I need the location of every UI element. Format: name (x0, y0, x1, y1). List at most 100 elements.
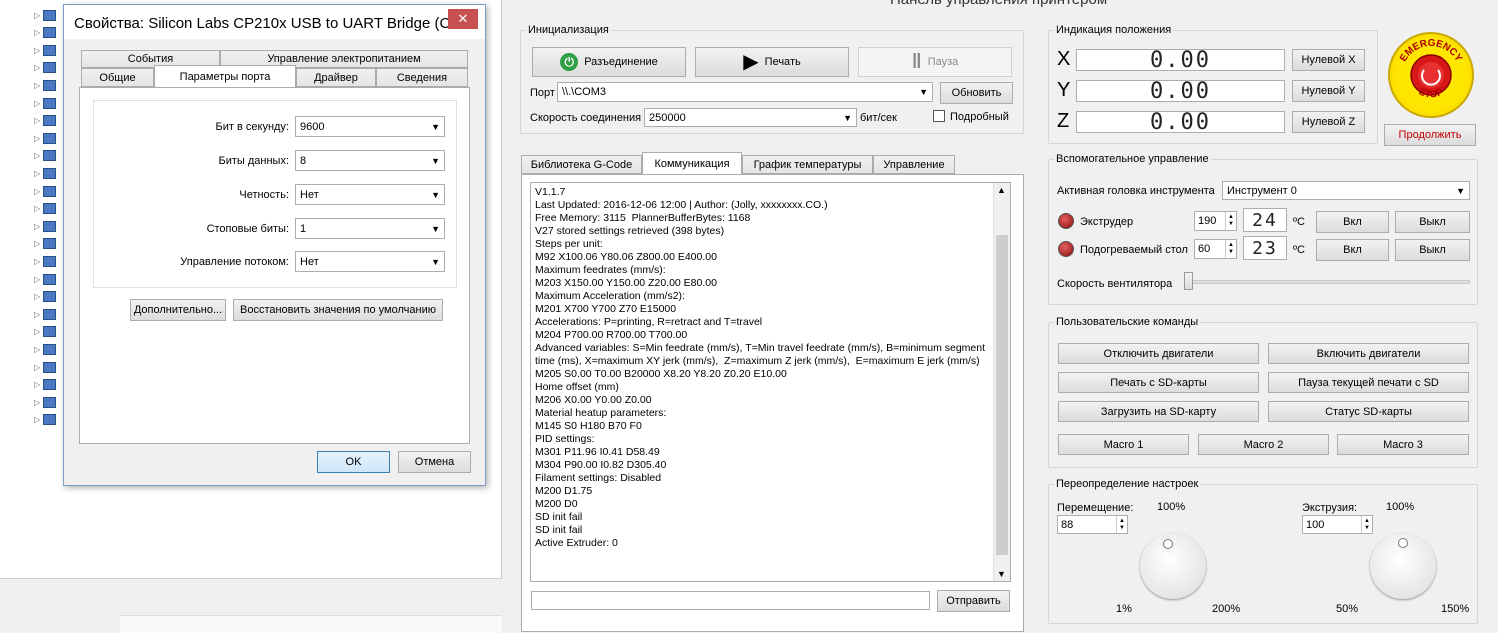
macro-3-button[interactable]: Macro 3 (1337, 434, 1469, 455)
disconnect-button[interactable]: ⏻ Разъединение (532, 47, 686, 77)
tab-gcode-library[interactable]: Библиотека G-Code (521, 155, 642, 174)
expand-icon[interactable]: ▷ (34, 187, 40, 196)
move-spin[interactable]: 88 ▲ ▼ (1057, 515, 1128, 534)
home-x-button[interactable]: Нулевой X (1292, 49, 1365, 71)
tab-temperature-graph[interactable]: График температуры (742, 155, 873, 174)
device-tree-item[interactable]: ▷ (34, 342, 64, 356)
device-tree-item[interactable]: ▷ (34, 272, 64, 286)
expand-icon[interactable]: ▷ (34, 134, 40, 143)
motors-on-button[interactable]: Включить двигатели (1268, 343, 1469, 364)
home-y-button[interactable]: Нулевой Y (1292, 80, 1365, 102)
motors-off-button[interactable]: Отключить двигатели (1058, 343, 1259, 364)
continue-button[interactable]: Продолжить (1384, 124, 1476, 146)
expand-icon[interactable]: ▷ (34, 345, 40, 354)
expand-icon[interactable]: ▷ (34, 327, 40, 336)
bed-off-button[interactable]: Выкл (1395, 239, 1470, 261)
port-select[interactable]: \\.\COM3 ▼ (557, 82, 933, 102)
extruder-off-button[interactable]: Выкл (1395, 211, 1470, 233)
device-tree-item[interactable]: ▷ (34, 360, 64, 374)
command-input[interactable] (531, 591, 930, 610)
log-scrollbar[interactable]: ▲ ▼ (993, 183, 1010, 581)
expand-icon[interactable]: ▷ (34, 292, 40, 301)
extrude-spin[interactable]: 100 ▲ ▼ (1302, 515, 1373, 534)
device-tree-item[interactable]: ▷ (34, 254, 64, 268)
device-tree-item[interactable]: ▷ (34, 378, 64, 392)
device-tree-item[interactable]: ▷ (34, 78, 64, 92)
tab-port-settings[interactable]: Параметры порта (154, 65, 296, 88)
tab-driver[interactable]: Драйвер (296, 68, 376, 87)
parity-select[interactable]: Нет ▼ (295, 184, 445, 205)
device-tree-item[interactable]: ▷ (34, 290, 64, 304)
refresh-button[interactable]: Обновить (940, 82, 1013, 104)
tab-details[interactable]: Сведения (376, 68, 468, 87)
device-tree-item[interactable]: ▷ (34, 237, 64, 251)
device-tree-item[interactable]: ▷ (34, 325, 64, 339)
move-knob[interactable] (1140, 533, 1206, 599)
home-z-button[interactable]: Нулевой Z (1292, 111, 1365, 133)
device-tree-item[interactable]: ▷ (34, 8, 64, 22)
chevron-down-icon[interactable]: ▼ (997, 569, 1006, 579)
baud-select[interactable]: 250000 ▼ (644, 108, 857, 127)
bed-target-spin[interactable]: 60 ▲ ▼ (1194, 239, 1237, 259)
expand-icon[interactable]: ▷ (34, 239, 40, 248)
extrude-knob[interactable] (1370, 533, 1436, 599)
macro-1-button[interactable]: Macro 1 (1058, 434, 1189, 455)
active-head-select[interactable]: Инструмент 0 ▼ (1222, 181, 1470, 200)
expand-icon[interactable]: ▷ (34, 169, 40, 178)
device-tree-item[interactable]: ▷ (34, 307, 64, 321)
verbose-checkbox[interactable] (933, 110, 945, 122)
close-button[interactable]: ✕ (448, 9, 478, 29)
advanced-button[interactable]: Дополнительно... (130, 299, 226, 321)
device-tree-item[interactable]: ▷ (34, 61, 64, 75)
macro-2-button[interactable]: Macro 2 (1198, 434, 1329, 455)
emergency-stop-button[interactable]: EMERGENCY STOP (1388, 32, 1474, 118)
expand-icon[interactable]: ▷ (34, 363, 40, 372)
expand-icon[interactable]: ▷ (34, 63, 40, 72)
expand-icon[interactable]: ▷ (34, 11, 40, 20)
cancel-button[interactable]: Отмена (398, 451, 471, 473)
device-tree-item[interactable]: ▷ (34, 184, 64, 198)
print-from-sd-button[interactable]: Печать с SD-карты (1058, 372, 1259, 393)
device-tree-item[interactable]: ▷ (34, 114, 64, 128)
fan-speed-slider[interactable] (1184, 280, 1470, 284)
extruder-target-spin[interactable]: 190 ▲ ▼ (1194, 211, 1237, 231)
expand-icon[interactable]: ▷ (34, 222, 40, 231)
device-tree-item[interactable]: ▷ (34, 26, 64, 40)
device-tree-item[interactable]: ▷ (34, 202, 64, 216)
fan-speed-slider-thumb[interactable] (1184, 272, 1193, 290)
chevron-up-icon[interactable]: ▲ (997, 185, 1006, 195)
tab-control[interactable]: Управление (873, 155, 955, 174)
device-tree-item[interactable]: ▷ (34, 43, 64, 57)
device-tree-item[interactable]: ▷ (34, 96, 64, 110)
device-tree-item[interactable]: ▷ (34, 395, 64, 409)
stop-bits-select[interactable]: 1 ▼ (295, 218, 445, 239)
extruder-on-button[interactable]: Вкл (1316, 211, 1389, 233)
expand-icon[interactable]: ▷ (34, 415, 40, 424)
bits-per-second-select[interactable]: 9600 ▼ (295, 116, 445, 137)
restore-defaults-button[interactable]: Восстановить значения по умолчанию (233, 299, 443, 321)
expand-icon[interactable]: ▷ (34, 398, 40, 407)
tab-general[interactable]: Общие (81, 68, 154, 87)
expand-icon[interactable]: ▷ (34, 99, 40, 108)
expand-icon[interactable]: ▷ (34, 46, 40, 55)
log-area[interactable]: V1.1.7 Last Updated: 2016-12-06 12:00 | A… (530, 182, 1011, 582)
expand-icon[interactable]: ▷ (34, 257, 40, 266)
expand-icon[interactable]: ▷ (34, 116, 40, 125)
sd-status-button[interactable]: Статус SD-карты (1268, 401, 1469, 422)
data-bits-select[interactable]: 8 ▼ (295, 150, 445, 171)
expand-icon[interactable]: ▷ (34, 275, 40, 284)
device-tree-item[interactable]: ▷ (34, 149, 64, 163)
scrollbar-thumb[interactable] (996, 235, 1008, 555)
tab-communication[interactable]: Коммуникация (642, 152, 742, 175)
pause-sd-print-button[interactable]: Пауза текущей печати с SD (1268, 372, 1469, 393)
device-tree-item[interactable]: ▷ (34, 166, 64, 180)
device-tree-item[interactable]: ▷ (34, 219, 64, 233)
pause-button[interactable]: ‖ Пауза (858, 47, 1012, 77)
ok-button[interactable]: OK (317, 451, 390, 473)
print-button[interactable]: ▶ Печать (695, 47, 849, 77)
device-tree-item[interactable]: ▷ (34, 131, 64, 145)
expand-icon[interactable]: ▷ (34, 310, 40, 319)
device-tree-item[interactable]: ▷ (34, 413, 64, 427)
expand-icon[interactable]: ▷ (34, 380, 40, 389)
flow-control-select[interactable]: Нет ▼ (295, 251, 445, 272)
